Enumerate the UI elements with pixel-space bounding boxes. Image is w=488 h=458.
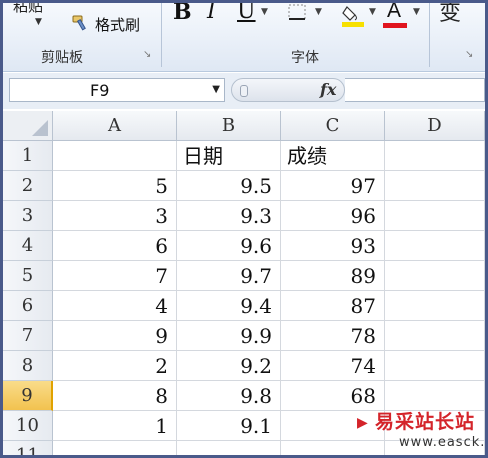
paste-button-label[interactable]: 粘贴 [13, 3, 43, 16]
underline-dropdown-icon[interactable]: ▼ [261, 7, 268, 17]
cell-a7[interactable]: 9 [53, 321, 177, 351]
cell-b10[interactable]: 9.1 [177, 411, 281, 441]
excel-window: 粘贴 ▼ 格式刷 剪贴板 ↘ B I U ▼ ▼ ▼ A ▼ 变 字体 ↘ F9… [0, 0, 488, 458]
cell-b5[interactable]: 9.7 [177, 261, 281, 291]
cell-d4[interactable] [385, 231, 485, 261]
watermark-url: www.easck.com [399, 435, 486, 450]
row-header[interactable]: 10 [3, 411, 53, 441]
borders-dropdown-icon[interactable]: ▼ [315, 7, 322, 17]
name-box-dropdown-icon[interactable]: ▼ [212, 84, 220, 95]
underline-button[interactable]: U [237, 3, 256, 24]
formula-input[interactable] [345, 78, 485, 102]
wen-button[interactable]: 变 [439, 3, 461, 27]
cell-d8[interactable] [385, 351, 485, 381]
formula-bar: F9 ▼ fx [3, 73, 485, 109]
row-header[interactable]: 3 [3, 201, 53, 231]
cell-b1[interactable]: 日期 [177, 141, 281, 171]
ribbon: 粘贴 ▼ 格式刷 剪贴板 ↘ B I U ▼ ▼ ▼ A ▼ 变 字体 ↘ [3, 3, 485, 72]
row-header[interactable]: 7 [3, 321, 53, 351]
cell-a10[interactable]: 1 [53, 411, 177, 441]
borders-icon[interactable] [287, 3, 309, 23]
cell-a1[interactable] [53, 141, 177, 171]
cell-a4[interactable]: 6 [53, 231, 177, 261]
font-color-swatch [383, 23, 407, 28]
cell-b3[interactable]: 9.3 [177, 201, 281, 231]
ribbon-separator [161, 3, 162, 67]
row-header[interactable]: 5 [3, 261, 53, 291]
row-header[interactable]: 11 [3, 441, 53, 455]
cell-b6[interactable]: 9.4 [177, 291, 281, 321]
clipboard-group-label: 剪贴板 [41, 50, 83, 66]
cell-d6[interactable] [385, 291, 485, 321]
cell-b7[interactable]: 9.9 [177, 321, 281, 351]
cell-c6[interactable]: 87 [281, 291, 385, 321]
column-header-a[interactable]: A [53, 111, 177, 141]
font-color-dropdown-icon[interactable]: ▼ [413, 7, 420, 17]
font-group-label: 字体 [291, 50, 319, 66]
cell-c8[interactable]: 74 [281, 351, 385, 381]
font-color-button[interactable]: A [387, 3, 401, 23]
cell-c3[interactable]: 96 [281, 201, 385, 231]
cell-c5[interactable]: 89 [281, 261, 385, 291]
select-all-button[interactable] [3, 111, 53, 141]
logo-arrow-icon: ▶ [357, 415, 368, 431]
paste-dropdown-icon[interactable]: ▼ [35, 17, 42, 27]
cell-b11[interactable] [177, 441, 281, 455]
name-box-value: F9 [90, 81, 110, 100]
column-header-c[interactable]: C [281, 111, 385, 141]
cell-a3[interactable]: 3 [53, 201, 177, 231]
cell-a9[interactable]: 8 [53, 381, 177, 411]
row-header[interactable]: 9 [3, 381, 53, 411]
row-header[interactable]: 2 [3, 171, 53, 201]
cell-d5[interactable] [385, 261, 485, 291]
name-box[interactable]: F9 ▼ [9, 78, 225, 102]
cell-b2[interactable]: 9.5 [177, 171, 281, 201]
row-header[interactable]: 1 [3, 141, 53, 171]
watermark-logo: ▶ 易采站长站 www.easck.com [353, 407, 485, 455]
fill-color-dropdown-icon[interactable]: ▼ [369, 7, 376, 17]
insert-function-button[interactable]: fx [320, 80, 336, 99]
row-header[interactable]: 8 [3, 351, 53, 381]
italic-button[interactable]: I [207, 3, 216, 24]
cell-d2[interactable] [385, 171, 485, 201]
cell-a8[interactable]: 2 [53, 351, 177, 381]
cell-a11[interactable] [53, 441, 177, 455]
clipboard-launcher-icon[interactable]: ↘ [143, 49, 151, 60]
cell-d3[interactable] [385, 201, 485, 231]
row-header[interactable]: 6 [3, 291, 53, 321]
resize-handle-icon[interactable] [240, 85, 248, 97]
cell-b4[interactable]: 9.6 [177, 231, 281, 261]
cell-c4[interactable]: 93 [281, 231, 385, 261]
format-painter-label: 格式刷 [95, 15, 141, 34]
paintbrush-icon [72, 15, 86, 31]
column-header-d[interactable]: D [385, 111, 485, 141]
cell-a5[interactable]: 7 [53, 261, 177, 291]
cell-b9[interactable]: 9.8 [177, 381, 281, 411]
cell-a2[interactable]: 5 [53, 171, 177, 201]
cell-c2[interactable]: 97 [281, 171, 385, 201]
cell-c7[interactable]: 78 [281, 321, 385, 351]
watermark-title: 易采站长站 [375, 411, 476, 433]
fill-bucket-icon[interactable] [341, 3, 367, 27]
cell-b8[interactable]: 9.2 [177, 351, 281, 381]
font-launcher-icon[interactable]: ↘ [465, 49, 473, 60]
cell-c1[interactable]: 成绩 [281, 141, 385, 171]
ribbon-separator [429, 3, 430, 67]
column-header-b[interactable]: B [177, 111, 281, 141]
row-header[interactable]: 4 [3, 231, 53, 261]
format-painter-button[interactable]: 格式刷 [71, 13, 140, 35]
formula-tools: fx [231, 78, 345, 102]
cell-d1[interactable] [385, 141, 485, 171]
cell-a6[interactable]: 4 [53, 291, 177, 321]
bold-button[interactable]: B [173, 3, 192, 25]
cell-d7[interactable] [385, 321, 485, 351]
